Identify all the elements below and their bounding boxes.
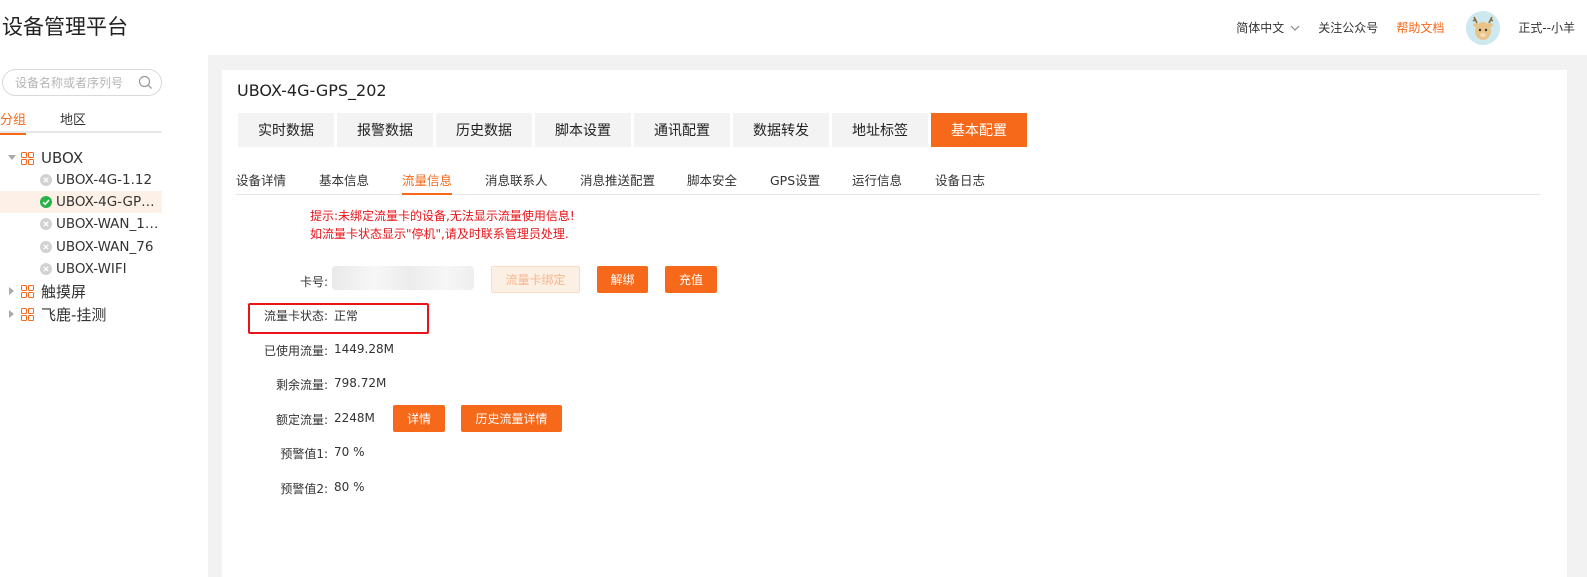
remaining-traffic-label: 剩余流量: [275,378,328,392]
offline-status-icon [40,174,52,186]
tree-device-ubox-4g-gps[interactable]: UBOX-4G-GPS… [0,191,162,213]
search-input[interactable] [15,74,133,92]
tab-region[interactable]: 地区 [60,109,86,133]
tree-device-label: UBOX-4G-GPS… [56,194,162,210]
language-label: 简体中文 [1236,21,1285,35]
card-status-value: 正常 [334,309,359,323]
group-icon [21,284,34,298]
deer-avatar-icon [1466,10,1501,45]
caret-right-icon[interactable] [8,287,16,295]
card-number-label: 卡号: [299,275,328,289]
tree-group-label: 触摸屏 [41,282,87,301]
recharge-button[interactable]: 充值 [665,266,717,293]
chevron-down-icon [1290,25,1300,31]
tree-device-label: UBOX-WAN_76 [56,239,154,255]
offline-status-icon [40,241,52,253]
detail-button[interactable]: 详情 [393,405,445,432]
tree-group-touchscreen[interactable]: 触摸屏 [0,280,162,302]
tab-comm-config[interactable]: 通讯配置 [634,113,730,147]
hint-line-2: 如流量卡状态显示"停机",请及时联系管理员处理. [310,227,569,241]
group-icon [21,151,34,165]
subtab-traffic-info[interactable]: 流量信息 [402,170,453,195]
app-title: 设备管理平台 [2,15,128,39]
rated-traffic-label: 额定流量: [275,413,328,427]
tab-address-tags[interactable]: 地址标签 [832,113,928,147]
group-icon [21,307,34,321]
used-traffic-label: 已使用流量: [263,344,328,358]
sub-tabs: 设备详情 基本信息 流量信息 消息联系人 消息推送配置 脚本安全 GPS设置 运… [236,162,1540,195]
card-status-label: 流量卡状态: [263,309,328,323]
top-header: 设备管理平台 简体中文 关注公众号 帮助文档 正式--小羊 [0,0,1587,55]
hint-line-1: 提示:未绑定流量卡的设备,无法显示流量使用信息! [310,209,575,223]
tree-device-ubox-wan-76[interactable]: UBOX-WAN_76 [0,236,162,258]
caret-right-icon[interactable] [8,310,16,318]
sidebar: 分组 地区 UBOX UBOX-4G-1.12 UBOX-4G-GPS… [0,55,208,577]
warning-2-value: 80 % [334,480,365,494]
avatar[interactable] [1466,10,1501,45]
history-traffic-button[interactable]: 历史流量详情 [461,405,562,432]
tab-data-forward[interactable]: 数据转发 [733,113,829,147]
tree-group-ubox[interactable]: UBOX [0,147,162,169]
warning-1-value: 70 % [334,445,365,459]
subtab-message-contacts[interactable]: 消息联系人 [485,170,548,195]
device-title: UBOX-4G-GPS_202 [237,81,387,100]
subtab-script-security[interactable]: 脚本安全 [687,170,737,195]
tree-group-feilu[interactable]: 飞鹿-挂测 [0,303,162,325]
search-icon[interactable] [138,75,153,90]
tab-alarm-data[interactable]: 报警数据 [337,113,433,147]
tab-script-settings[interactable]: 脚本设置 [535,113,631,147]
subtab-run-info[interactable]: 运行信息 [852,170,902,195]
warning-1-label: 预警值1: [280,447,328,461]
tree-device-label: UBOX-WAN_1.… [56,216,162,232]
card-number-value-masked [332,266,474,290]
tab-realtime-data[interactable]: 实时数据 [238,113,334,147]
user-name[interactable]: 正式--小羊 [1518,19,1575,36]
rated-traffic-value: 2248M [334,411,375,425]
tree-device-ubox-wan-1[interactable]: UBOX-WAN_1.… [0,213,162,235]
language-selector[interactable]: 简体中文 [1236,19,1300,36]
subtab-push-config[interactable]: 消息推送配置 [580,170,655,195]
unbind-button[interactable]: 解绑 [597,266,648,293]
tree-device-ubox-wifi[interactable]: UBOX-WIFI [0,258,162,280]
search-box [2,69,162,96]
sidebar-tabs: 分组 地区 [0,107,162,135]
tab-group[interactable]: 分组 [0,109,26,135]
main-panel: UBOX-4G-GPS_202 实时数据 报警数据 历史数据 脚本设置 通讯配置… [222,70,1567,577]
help-docs-link[interactable]: 帮助文档 [1396,19,1444,36]
subtab-basic-info[interactable]: 基本信息 [319,170,369,195]
main-tabs: 实时数据 报警数据 历史数据 脚本设置 通讯配置 数据转发 地址标签 基本配置 [238,113,1030,147]
subtab-device-detail[interactable]: 设备详情 [236,170,286,195]
warning-2-label: 预警值2: [280,482,328,496]
subtab-device-log[interactable]: 设备日志 [935,170,985,195]
subtab-gps-settings[interactable]: GPS设置 [770,170,820,195]
bind-card-button[interactable]: 流量卡绑定 [491,266,580,293]
remaining-traffic-value: 798.72M [334,376,387,390]
follow-account-link[interactable]: 关注公众号 [1318,19,1378,36]
tab-basic-config[interactable]: 基本配置 [931,113,1027,147]
caret-down-icon[interactable] [8,155,16,161]
tree-group-label: 飞鹿-挂测 [41,305,107,324]
offline-status-icon [40,218,52,230]
offline-status-icon [40,263,52,275]
tree-device-label: UBOX-WIFI [56,261,127,277]
used-traffic-value: 1449.28M [334,342,394,356]
tab-history-data[interactable]: 历史数据 [436,113,532,147]
online-status-icon [40,196,52,208]
header-actions: 简体中文 关注公众号 帮助文档 正式--小羊 [1218,0,1575,55]
tree-group-label: UBOX [41,149,84,167]
tree-device-label: UBOX-4G-1.12 [56,172,153,188]
tree-device-ubox-4g-1-12[interactable]: UBOX-4G-1.12 [0,169,162,191]
